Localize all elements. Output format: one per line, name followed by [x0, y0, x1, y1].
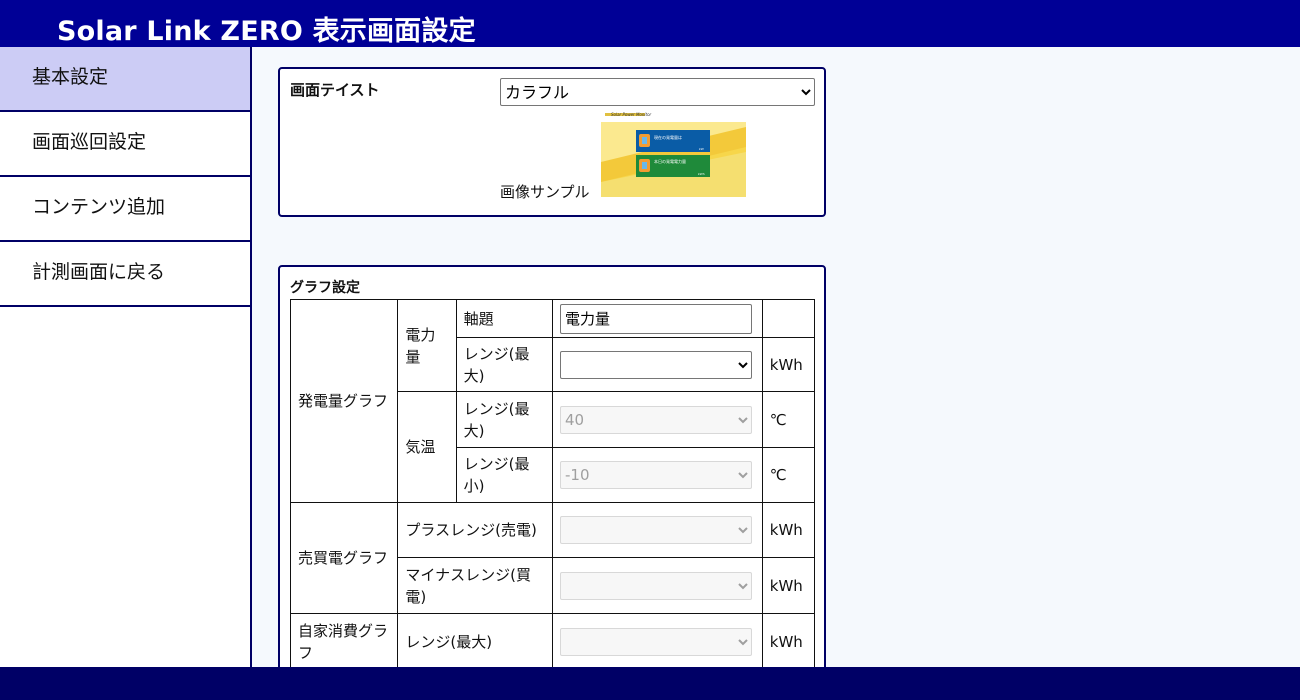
table-row: 自家消費グラフ レンジ(最大) kWh — [289, 613, 816, 670]
unit-kwh: kWh — [761, 557, 816, 614]
temp-range-max-label: レンジ(最大) — [455, 391, 553, 448]
sample-card2-unit: kWh — [698, 172, 705, 176]
power-range-max-select[interactable] — [559, 350, 752, 379]
sidebar: 基本設定 画面巡回設定 コンテンツ追加 計測画面に戻る — [0, 47, 252, 667]
theme-panel: 画面テイスト カラフル 画像サンプル Solar Power Monitor 現… — [278, 67, 826, 217]
sidebar-item-screen-rotation[interactable]: 画面巡回設定 — [0, 112, 250, 177]
temp-range-max-select[interactable]: 40 — [559, 405, 752, 434]
page-title: Solar Link ZERO 表示画面設定 — [57, 16, 476, 47]
plus-range-label: プラスレンジ(売電) — [397, 502, 553, 558]
power-range-max-label: レンジ(最大) — [455, 337, 553, 392]
temp-range-min-select[interactable]: -10 — [559, 461, 752, 489]
theme-select[interactable]: カラフル — [500, 78, 815, 106]
gen-graph-label: 発電量グラフ — [289, 299, 399, 503]
unit-kwh: kWh — [761, 502, 816, 558]
self-graph-label: 自家消費グラフ — [289, 613, 399, 670]
table-row: 発電量グラフ 電力量 軸題 — [289, 299, 816, 503]
self-range-max-label: レンジ(最大) — [397, 613, 553, 670]
sample-card1-unit: kW — [699, 147, 704, 151]
temp-label: 気温 — [397, 391, 457, 503]
axis-title-input[interactable] — [559, 303, 752, 334]
unit-kwh: kWh — [761, 613, 816, 670]
axis-title-label: 軸題 — [455, 299, 553, 338]
app-header: Solar Link ZERO 表示画面設定 — [0, 0, 1300, 47]
unit-celsius: ℃ — [761, 391, 816, 448]
theme-label: 画面テイスト — [290, 81, 380, 99]
temp-range-min-label: レンジ(最小) — [455, 447, 553, 503]
unit-celsius: ℃ — [761, 447, 816, 503]
graph-settings-label: グラフ設定 — [290, 280, 360, 296]
trade-graph-label: 売買電グラフ — [289, 502, 399, 614]
unit-kwh: kWh — [761, 337, 816, 392]
graph-settings-table: 発電量グラフ 電力量 軸題 レンジ(最大) kWh 気温 レンジ(最大) 40 … — [289, 299, 816, 670]
main-content: 画面テイスト カラフル 画像サンプル Solar Power Monitor 現… — [252, 47, 1300, 685]
minus-range-select[interactable] — [559, 571, 752, 600]
sample-brand-text: Solar Power Monitor — [611, 112, 652, 117]
graph-settings-panel: グラフ設定 発電量グラフ 電力量 軸題 レンジ(最大) kWh — [278, 265, 826, 685]
sample-image-label: 画像サンプル — [500, 183, 590, 201]
sidebar-item-add-content[interactable]: コンテンツ追加 — [0, 177, 250, 242]
sidebar-item-back-to-measurement[interactable]: 計測画面に戻る — [0, 242, 250, 307]
power-label: 電力量 — [397, 299, 457, 392]
sample-image-graphic: Solar Power Monitor 現在の発電量は kW 本日の発電電力量 … — [601, 107, 746, 197]
sample-card2-text: 本日の発電電力量 — [654, 158, 686, 164]
minus-range-label: マイナスレンジ(買電) — [397, 557, 553, 614]
sidebar-item-basic-settings[interactable]: 基本設定 — [0, 47, 250, 112]
sample-image: Solar Power Monitor 現在の発電量は kW 本日の発電電力量 … — [601, 107, 746, 197]
sample-card1-text: 現在の発電量は — [654, 134, 682, 140]
footer-bar — [0, 667, 1300, 700]
table-row: 売買電グラフ プラスレンジ(売電) kWh — [289, 502, 816, 614]
plus-range-select[interactable] — [559, 516, 752, 544]
self-range-max-select[interactable] — [559, 627, 752, 656]
